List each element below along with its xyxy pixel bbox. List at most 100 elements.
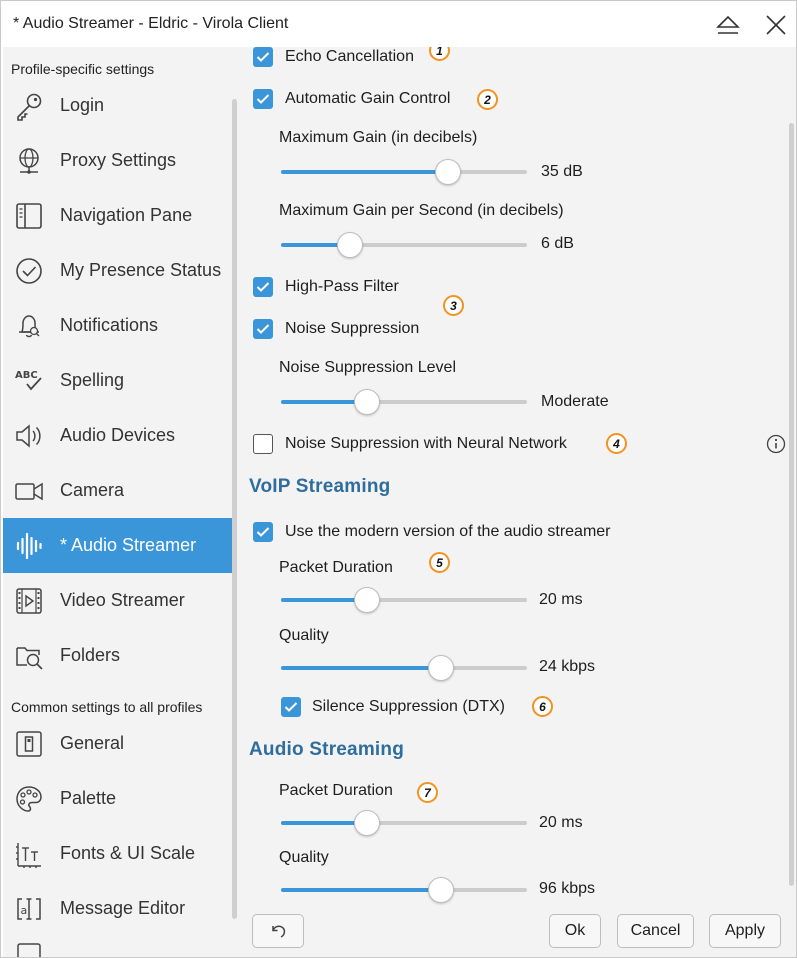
checkbox-box[interactable] (253, 47, 273, 67)
audio-streamer-settings: Echo Cancellation 1 Automatic Gain Contr… (237, 47, 796, 957)
slider-thumb[interactable] (354, 389, 380, 415)
key-icon (12, 89, 46, 123)
text-cursor-icon: a (12, 892, 46, 926)
window-title: * Audio Streamer - Eldric - Virola Clien… (13, 15, 289, 32)
sidebar-item-label: Proxy Settings (60, 150, 177, 170)
maximum-gain-per-second-label: Maximum Gain per Second (in decibels) (279, 202, 564, 219)
noise-suppression-checkbox[interactable]: Noise Suppression (253, 319, 419, 339)
maximum-gain-slider[interactable] (281, 158, 527, 186)
slider-thumb[interactable] (428, 655, 454, 681)
checkbox-box[interactable] (253, 522, 273, 542)
sidebar-item-label: Folders (60, 645, 121, 665)
maximum-gain-per-second-slider[interactable] (281, 231, 527, 259)
sidebar-item-login[interactable]: Login (3, 78, 237, 133)
audio-quality-value: 96 kbps (539, 880, 596, 897)
neural-noise-suppression-label: Noise Suppression with Neural Network (285, 435, 567, 452)
svg-text:ABC: ABC (15, 370, 38, 381)
sidebar-item-label: Navigation Pane (60, 205, 193, 225)
sidebar-item-notifications[interactable]: Notifications (3, 298, 237, 353)
sidebar-item-camera[interactable]: Camera (3, 463, 237, 518)
sidebar-item-message-editor[interactable]: a Message Editor (3, 881, 237, 936)
checkbox-box[interactable] (253, 319, 273, 339)
silence-suppression-label: Silence Suppression (DTX) (312, 698, 505, 715)
automatic-gain-control-checkbox[interactable]: Automatic Gain Control (253, 89, 450, 109)
callout-badge-2: 2 (477, 89, 498, 110)
sidebar-item-label: Fonts & UI Scale (60, 843, 196, 863)
sidebar-item-label: Audio Devices (60, 425, 176, 445)
high-pass-filter-label: High-Pass Filter (285, 278, 399, 295)
sidebar-item-label: Message Editor (60, 898, 186, 918)
settings-window: * Audio Streamer - Eldric - Virola Clien… (0, 0, 797, 958)
sidebar-item-audio-devices[interactable]: Audio Devices (3, 408, 237, 463)
noise-suppression-level-value: Moderate (541, 393, 609, 410)
slider-thumb[interactable] (354, 587, 380, 613)
spelling-icon: ABC (12, 364, 46, 398)
voip-quality-slider[interactable] (281, 654, 527, 682)
sidebar-item-palette[interactable]: Palette (3, 771, 237, 826)
echo-cancellation-checkbox[interactable]: Echo Cancellation (253, 47, 414, 67)
sidebar-item-my-presence-status[interactable]: My Presence Status (3, 243, 237, 298)
sidebar-item-folders[interactable]: Folders (3, 628, 237, 683)
slider-thumb[interactable] (337, 232, 363, 258)
noise-suppression-label: Noise Suppression (285, 320, 420, 337)
sidebar-item-navigation-pane[interactable]: Navigation Pane (3, 188, 237, 243)
neural-noise-suppression-checkbox[interactable]: Noise Suppression with Neural Network (253, 434, 567, 454)
modern-audio-streamer-checkbox[interactable]: Use the modern version of the audio stre… (253, 522, 611, 542)
sidebar-item-partial[interactable] (3, 936, 237, 957)
cancel-button[interactable]: Cancel (617, 914, 694, 948)
silence-suppression-checkbox[interactable]: Silence Suppression (DTX) (281, 697, 505, 717)
check-circle-icon (12, 254, 46, 288)
checkbox-box[interactable] (253, 89, 273, 109)
modern-audio-streamer-label: Use the modern version of the audio stre… (285, 523, 611, 540)
sidebar-item-proxy-settings[interactable]: Proxy Settings (3, 133, 237, 188)
voip-packet-duration-label: Packet Duration (279, 559, 393, 576)
audio-quality-slider[interactable] (281, 876, 527, 904)
title-bar: * Audio Streamer - Eldric - Virola Clien… (1, 1, 796, 47)
settings-scrollbar[interactable] (789, 123, 794, 886)
close-icon (766, 15, 786, 35)
eject-button[interactable] (711, 9, 745, 41)
sidebar-item-label: * Audio Streamer (60, 535, 197, 555)
slider-thumb[interactable] (354, 810, 380, 836)
automatic-gain-control-label: Automatic Gain Control (285, 90, 451, 107)
noise-suppression-level-label: Noise Suppression Level (279, 359, 456, 376)
echo-cancellation-label: Echo Cancellation (285, 48, 414, 65)
high-pass-filter-checkbox[interactable]: High-Pass Filter (253, 277, 399, 297)
font-scale-icon (12, 837, 46, 871)
sidebar-item-general[interactable]: General (3, 716, 237, 771)
sidebar-item-label: Palette (60, 788, 117, 808)
apply-button[interactable]: Apply (709, 914, 781, 948)
ok-button[interactable]: Ok (549, 914, 601, 948)
sidebar-item-fonts-ui-scale[interactable]: Fonts & UI Scale (3, 826, 237, 881)
voip-quality-label: Quality (279, 627, 329, 644)
callout-badge-6: 6 (532, 696, 553, 717)
sidebar-item-spelling[interactable]: ABC Spelling (3, 353, 237, 408)
voip-streaming-heading: VoIP Streaming (249, 476, 391, 497)
sidebar-item-label: Spelling (60, 370, 125, 390)
checkbox-box[interactable] (253, 277, 273, 297)
checkbox-box[interactable] (253, 434, 273, 454)
camera-icon (12, 474, 46, 508)
sidebar-item-label: Camera (60, 480, 125, 500)
sidebar-item-label: Video Streamer (60, 590, 185, 610)
voip-packet-duration-slider[interactable] (281, 586, 527, 614)
noise-suppression-level-slider[interactable] (281, 388, 527, 416)
voip-quality-value: 24 kbps (539, 658, 596, 675)
maximum-gain-per-second-value: 6 dB (541, 235, 574, 252)
callout-badge-3: 3 (443, 295, 464, 316)
close-button[interactable] (759, 9, 793, 41)
checkbox-box[interactable] (281, 697, 301, 717)
audio-wave-icon (12, 529, 46, 563)
panel-icon (12, 199, 46, 233)
slider-thumb[interactable] (428, 877, 454, 903)
info-icon[interactable] (766, 434, 786, 454)
slider-thumb[interactable] (435, 159, 461, 185)
audio-packet-duration-slider[interactable] (281, 809, 527, 837)
callout-badge-5: 5 (429, 552, 450, 573)
reset-button[interactable] (252, 914, 304, 948)
sidebar-item-video-streamer[interactable]: Video Streamer (3, 573, 237, 628)
profile-settings-heading: Profile-specific settings (11, 61, 155, 77)
sidebar-item-audio-streamer[interactable]: * Audio Streamer (3, 518, 237, 573)
bell-icon (12, 309, 46, 343)
audio-packet-duration-label: Packet Duration (279, 782, 393, 799)
